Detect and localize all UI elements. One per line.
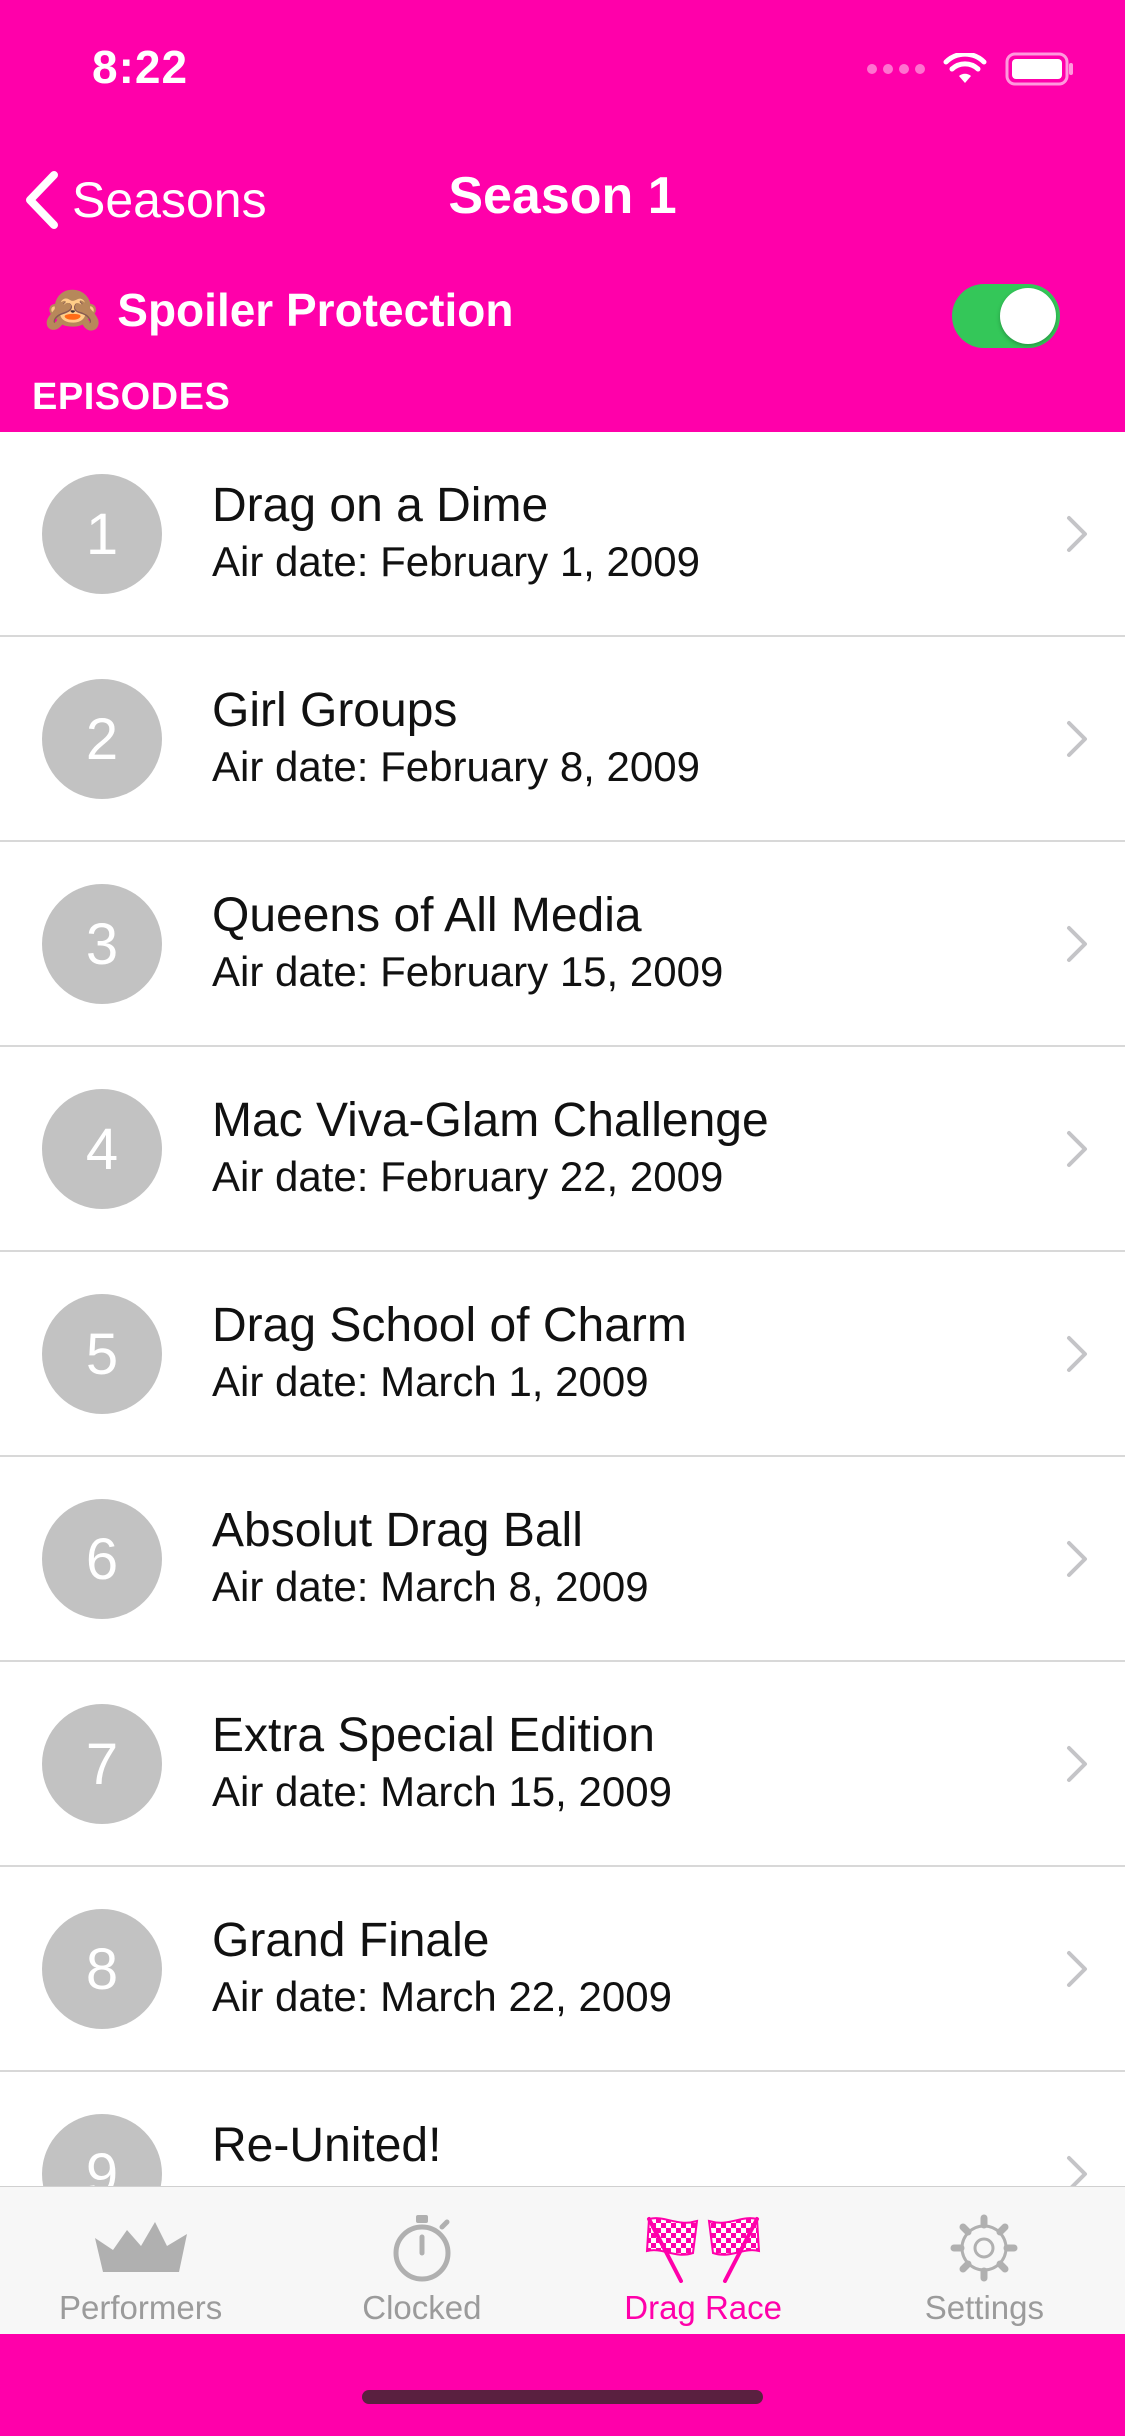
see-no-evil-monkey-icon: 🙈: [44, 283, 102, 335]
toggle-knob: [1000, 288, 1056, 344]
episode-number-badge: 1: [42, 474, 162, 594]
wifi-icon: [943, 53, 987, 83]
episode-title: Absolut Drag Ball: [212, 1504, 583, 1557]
home-indicator-area: [0, 2334, 1125, 2436]
tab-label: Clocked: [362, 2289, 482, 2326]
screen: 8:22 Seasons Season 1 🙈 Spoiler Protecti…: [0, 0, 1125, 2436]
episode-row-9[interactable]: 9 Re-United!: [0, 2072, 1125, 2186]
gear-icon: [950, 2214, 1018, 2282]
episode-title: Girl Groups: [212, 684, 458, 737]
episode-row-4[interactable]: 4 Mac Viva-Glam Challenge Air date: Febr…: [0, 1047, 1125, 1252]
tab-drag-race[interactable]: Drag Race: [563, 2187, 844, 2335]
tab-label: Settings: [924, 2289, 1044, 2326]
chevron-right-icon: [1067, 926, 1087, 962]
tab-clocked[interactable]: Clocked: [281, 2187, 562, 2335]
episode-row-1[interactable]: 1 Drag on a Dime Air date: February 1, 2…: [0, 432, 1125, 637]
spoiler-protection-toggle[interactable]: [952, 284, 1060, 348]
episode-row-3[interactable]: 3 Queens of All Media Air date: February…: [0, 842, 1125, 1047]
episode-title: Extra Special Edition: [212, 1709, 655, 1762]
header: 8:22 Seasons Season 1 🙈 Spoiler Protecti…: [0, 0, 1125, 432]
episode-air-date: Air date: March 8, 2009: [212, 1563, 649, 1610]
chevron-right-icon: [1067, 2156, 1087, 2186]
episode-title: Queens of All Media: [212, 889, 642, 942]
episode-row-7[interactable]: 7 Extra Special Edition Air date: March …: [0, 1662, 1125, 1867]
episode-row-2[interactable]: 2 Girl Groups Air date: February 8, 2009: [0, 637, 1125, 842]
home-indicator[interactable]: [362, 2390, 763, 2404]
episode-list[interactable]: 1 Drag on a Dime Air date: February 1, 2…: [0, 432, 1125, 2186]
spoiler-protection-label: Spoiler Protection: [117, 283, 514, 336]
spoiler-protection-row: 🙈 Spoiler Protection: [44, 282, 513, 337]
status-icons: [867, 52, 1075, 86]
episode-number-badge: 4: [42, 1089, 162, 1209]
episode-row-5[interactable]: 5 Drag School of Charm Air date: March 1…: [0, 1252, 1125, 1457]
status-time: 8:22: [92, 41, 189, 93]
episode-title: Drag School of Charm: [212, 1299, 687, 1352]
episode-air-date: Air date: March 1, 2009: [212, 1358, 649, 1405]
chevron-right-icon: [1067, 1131, 1087, 1167]
tab-settings[interactable]: Settings: [844, 2187, 1125, 2335]
episode-air-date: Air date: February 1, 2009: [212, 538, 700, 585]
chevron-right-icon: [1067, 516, 1087, 552]
episode-air-date: Air date: February 22, 2009: [212, 1153, 724, 1200]
episode-number-badge: 7: [42, 1704, 162, 1824]
chevron-right-icon: [1067, 1336, 1087, 1372]
episode-title: Mac Viva-Glam Challenge: [212, 1094, 769, 1147]
tab-label: Drag Race: [624, 2289, 782, 2326]
episodes-section-header: EPISODES: [32, 376, 231, 418]
tab-bar: Performers Clocked Drag Race Settings: [0, 2186, 1125, 2334]
episode-number-badge: 6: [42, 1499, 162, 1619]
episode-number-badge: 3: [42, 884, 162, 1004]
chevron-right-icon: [1067, 1746, 1087, 1782]
battery-icon: [1005, 52, 1073, 86]
episode-title: Drag on a Dime: [212, 479, 549, 532]
chevron-right-icon: [1067, 1541, 1087, 1577]
episode-air-date: Air date: February 8, 2009: [212, 743, 700, 790]
episode-title: Grand Finale: [212, 1914, 490, 1967]
tab-performers[interactable]: Performers: [0, 2187, 281, 2335]
episode-number-badge: 8: [42, 1909, 162, 2029]
chevron-right-icon: [1067, 1951, 1087, 1987]
episode-air-date: Air date: March 22, 2009: [212, 1973, 672, 2020]
episode-number-badge: 5: [42, 1294, 162, 1414]
tab-label: Performers: [59, 2289, 223, 2326]
stopwatch-icon: [393, 2215, 451, 2282]
episode-number-badge: 9: [42, 2114, 162, 2186]
episode-air-date: Air date: March 15, 2009: [212, 1768, 672, 1815]
episode-row-6[interactable]: 6 Absolut Drag Ball Air date: March 8, 2…: [0, 1457, 1125, 1662]
cellular-signal-icon: [867, 64, 925, 74]
episode-number-badge: 2: [42, 679, 162, 799]
crown-icon: [94, 2222, 187, 2272]
page-title: Season 1: [448, 167, 677, 225]
episode-air-date: Air date: February 15, 2009: [212, 948, 724, 995]
chevron-right-icon: [1067, 721, 1087, 757]
episode-title: Re-United!: [212, 2119, 442, 2172]
checkered-flags-icon: [646, 2217, 761, 2283]
episode-row-8[interactable]: 8 Grand Finale Air date: March 22, 2009: [0, 1867, 1125, 2072]
